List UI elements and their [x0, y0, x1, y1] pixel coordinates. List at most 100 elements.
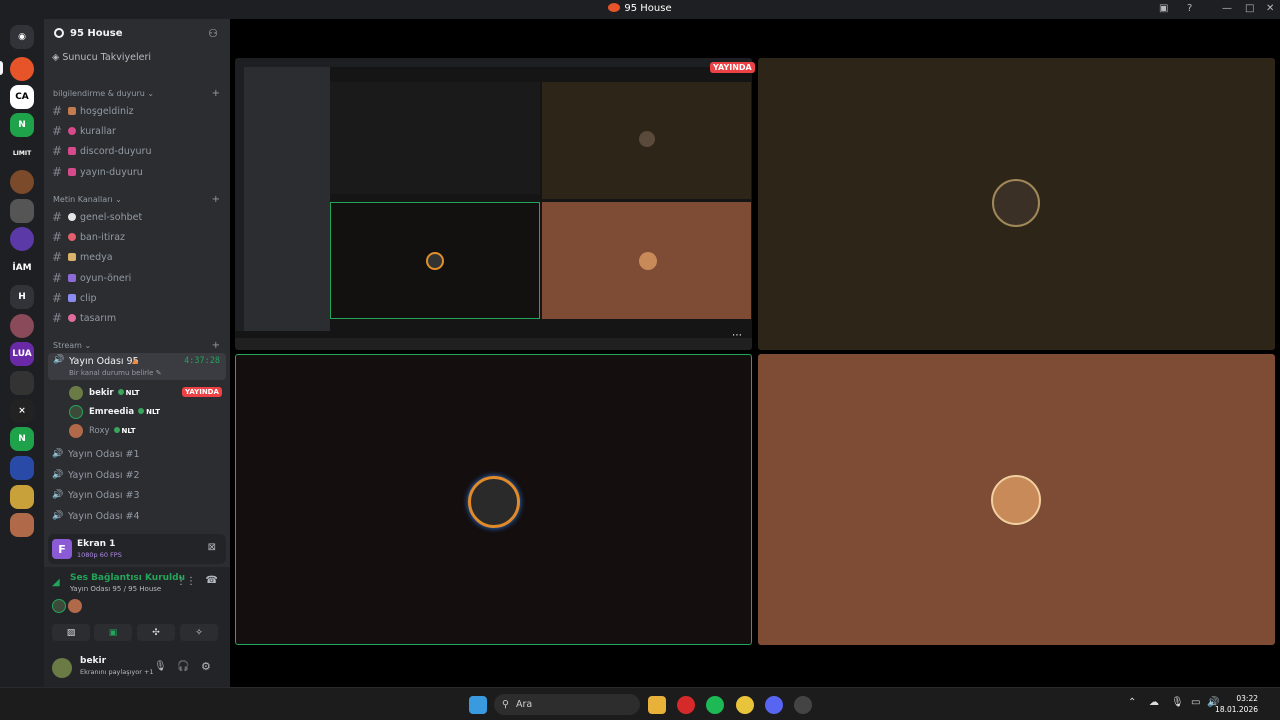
- stream-stage: YAYINDA ⋯: [230, 19, 1280, 687]
- channel-item[interactable]: # yayın-duyuru: [52, 163, 224, 181]
- server-icon-13[interactable]: N: [10, 427, 34, 451]
- minimize-icon[interactable]: —: [1222, 3, 1232, 14]
- more-options-icon[interactable]: ⋯: [732, 330, 742, 341]
- server-icon-5[interactable]: [10, 199, 34, 223]
- taskbar-clock[interactable]: 03:22 18.01.2026: [1215, 693, 1258, 715]
- noise-suppression-icon[interactable]: ⋮⋮: [176, 576, 196, 587]
- hash-icon: #: [52, 311, 63, 325]
- channel-sidebar: 95 House ⚇ ◈ Sunucu Takviyeleri bilgilen…: [44, 19, 230, 687]
- channel-item[interactable]: # kurallar: [52, 122, 224, 140]
- category-text[interactable]: Metin Kanalları ⌄: [53, 195, 122, 204]
- soundboard-button[interactable]: ✧: [180, 624, 218, 641]
- server-header[interactable]: 95 House ⚇: [44, 19, 230, 49]
- voice-channel-item[interactable]: 🔊 Yayın Odası #1: [52, 445, 224, 463]
- channel-item[interactable]: # oyun-öneri: [52, 269, 224, 287]
- headphones-icon[interactable]: 🎧: [177, 661, 189, 672]
- disconnect-icon[interactable]: ☎: [206, 575, 218, 586]
- voice-channel-item[interactable]: 🔊 Yayın Odası #2: [52, 466, 224, 484]
- start-menu-icon[interactable]: [469, 696, 487, 714]
- app-icon[interactable]: [794, 696, 812, 714]
- add-channel-icon[interactable]: +: [212, 88, 220, 99]
- voice-location[interactable]: Yayın Odası 95 / 95 House: [70, 585, 161, 593]
- invite-people-icon[interactable]: ⚇: [208, 27, 218, 40]
- participant-tile[interactable]: [758, 58, 1275, 350]
- server-icon-limitiris[interactable]: LIMIT: [10, 141, 34, 165]
- taskbar-search[interactable]: ⚲ Ara: [494, 694, 640, 715]
- close-icon[interactable]: ✕: [1266, 3, 1274, 14]
- tray-overflow-icon[interactable]: ⌃: [1128, 697, 1136, 708]
- server-icon-lua[interactable]: LUA: [10, 342, 34, 366]
- share-screen-button[interactable]: ▣: [94, 624, 132, 641]
- active-voice-channel[interactable]: 🔊 Yayın Odası 95 ▲ 4:37:28 Bir kanal dur…: [48, 353, 226, 380]
- channel-name: yayın-duyuru: [80, 166, 143, 178]
- hash-icon: #: [52, 210, 63, 224]
- channel-item[interactable]: # ban-itiraz: [52, 228, 224, 246]
- film-icon: [68, 294, 76, 302]
- member-name: bekir: [89, 388, 114, 398]
- voice-member[interactable]: bekir NLT: [69, 384, 140, 402]
- cloud-icon[interactable]: ☁: [1149, 697, 1159, 708]
- help-icon[interactable]: ?: [1187, 3, 1192, 14]
- user-panel: bekir Ekranını paylaşıyor +1 🎙 🎧 ⚙: [44, 651, 230, 687]
- stop-share-icon[interactable]: ⊠: [208, 542, 216, 553]
- folder-icon: [68, 253, 76, 261]
- microphone-tray-icon[interactable]: 🎙: [1171, 697, 1184, 708]
- maximize-icon[interactable]: □: [1245, 3, 1254, 14]
- channel-item[interactable]: # medya: [52, 248, 224, 266]
- voice-timer: 4:37:28: [184, 356, 220, 366]
- voice-member[interactable]: Roxy NLT: [69, 422, 135, 440]
- voice-speaker-icon: 🔊: [53, 355, 65, 365]
- participant-tile[interactable]: [758, 354, 1275, 645]
- inbox-icon[interactable]: ▣: [1159, 3, 1168, 14]
- boost-label: Sunucu Takviyeleri: [62, 52, 151, 63]
- speaker-icon: 🔊: [52, 511, 64, 521]
- opera-icon[interactable]: [677, 696, 695, 714]
- server-icon-9[interactable]: [10, 314, 34, 338]
- channel-item[interactable]: # genel-sohbet: [52, 208, 224, 226]
- channel-item[interactable]: # discord-duyuru: [52, 142, 224, 160]
- server-icon-h[interactable]: H: [10, 285, 34, 309]
- title-bar: 95 House ▣ ? — □ ✕: [0, 0, 1280, 19]
- server-icon-6[interactable]: [10, 227, 34, 251]
- channel-status-prompt[interactable]: Bir kanal durumu belirle ✎: [69, 369, 162, 377]
- microphone-icon[interactable]: 🎙: [154, 661, 167, 672]
- server-icon-12[interactable]: ⨯: [10, 399, 34, 423]
- participant-tile-speaking[interactable]: [235, 354, 752, 645]
- server-icon-15[interactable]: [10, 485, 34, 509]
- server-boosts[interactable]: ◈ Sunucu Takviyeleri: [52, 52, 151, 63]
- server-icon-16[interactable]: [10, 513, 34, 537]
- category-stream[interactable]: Stream ⌄: [53, 341, 91, 350]
- server-icon-95house[interactable]: [10, 57, 34, 81]
- settings-gear-icon[interactable]: ⚙: [201, 660, 211, 673]
- category-info[interactable]: bilgilendirme & duyuru ⌄: [53, 89, 154, 98]
- channel-item[interactable]: # hoşgeldiniz: [52, 102, 224, 120]
- add-channel-icon[interactable]: +: [212, 194, 220, 205]
- network-icon[interactable]: ▭: [1191, 697, 1200, 708]
- voice-channel-item[interactable]: 🔊 Yayın Odası #4: [52, 507, 224, 525]
- server-icon-green[interactable]: N: [10, 113, 34, 137]
- file-explorer-icon[interactable]: [648, 696, 666, 714]
- discord-taskbar-icon[interactable]: [765, 696, 783, 714]
- channel-item[interactable]: # tasarım: [52, 309, 224, 327]
- hash-icon: #: [52, 124, 63, 138]
- avatar[interactable]: [52, 658, 72, 678]
- spotify-icon[interactable]: [706, 696, 724, 714]
- add-channel-icon[interactable]: +: [212, 340, 220, 351]
- voice-member[interactable]: Emreedia NLT: [69, 403, 160, 421]
- voice-status[interactable]: Ses Bağlantısı Kuruldu: [70, 573, 185, 583]
- channel-item[interactable]: # clip: [52, 289, 224, 307]
- server-icon-ca[interactable]: CA: [10, 85, 34, 109]
- channel-emoji-icon: [68, 107, 76, 115]
- screen-share-tile[interactable]: [235, 58, 752, 350]
- chrome-icon[interactable]: [736, 696, 754, 714]
- server-icon-iam[interactable]: İAM: [10, 256, 34, 280]
- camera-off-button[interactable]: ▨: [52, 624, 90, 641]
- avatar: [52, 599, 66, 613]
- server-icon-4[interactable]: [10, 170, 34, 194]
- server-icon-14[interactable]: [10, 456, 34, 480]
- server-icon-11[interactable]: [10, 371, 34, 395]
- voice-channel-item[interactable]: 🔊 Yayın Odası #3: [52, 486, 224, 504]
- discord-home-icon[interactable]: ◉: [10, 25, 34, 49]
- hash-icon: #: [52, 291, 63, 305]
- activities-button[interactable]: ✣: [137, 624, 175, 641]
